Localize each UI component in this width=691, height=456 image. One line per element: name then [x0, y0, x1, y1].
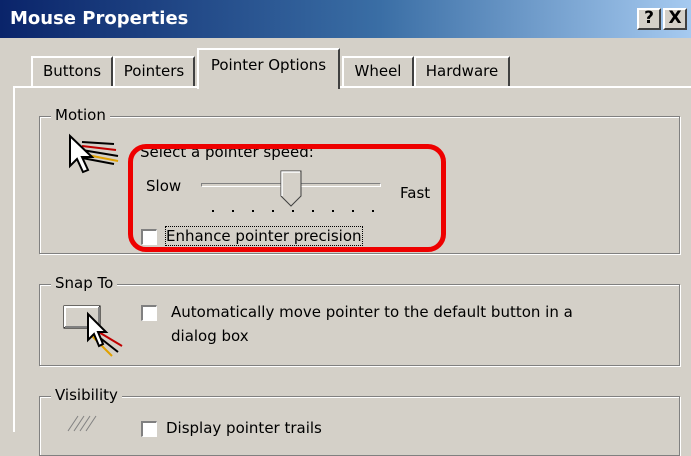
tab-label: Pointer Options — [210, 56, 327, 74]
pointer-trails-label[interactable]: Display pointer trails — [166, 419, 322, 437]
tab-label: Pointers — [123, 62, 185, 80]
help-button[interactable]: ? — [637, 8, 661, 30]
pointer-trails-icon — [67, 415, 97, 432]
snap-to-checkbox[interactable] — [141, 305, 157, 321]
window-title: Mouse Properties — [10, 8, 189, 29]
tab-pointers[interactable]: Pointers — [113, 56, 195, 86]
tab-label: Buttons — [42, 62, 102, 80]
tab-wheel[interactable]: Wheel — [342, 56, 414, 86]
highlight-annotation — [128, 144, 446, 252]
snap-to-legend: Snap To — [51, 274, 118, 292]
tab-label: Wheel — [354, 62, 402, 80]
tab-pointer-options[interactable]: Pointer Options — [197, 48, 340, 89]
title-bar[interactable]: Mouse Properties ? X — [0, 0, 691, 38]
pointer-trails-checkbox[interactable] — [141, 421, 157, 437]
snap-to-label-line2[interactable]: dialog box — [171, 327, 249, 345]
snap-to-group — [39, 284, 680, 366]
visibility-group — [39, 396, 680, 456]
visibility-legend: Visibility — [51, 386, 122, 404]
snap-to-icon — [63, 305, 123, 357]
snap-to-label[interactable]: Automatically move pointer to the defaul… — [171, 303, 573, 321]
tab-hardware[interactable]: Hardware — [414, 56, 510, 86]
motion-legend: Motion — [51, 106, 110, 124]
tab-label: Hardware — [425, 62, 499, 80]
close-button[interactable]: X — [663, 8, 687, 30]
tab-buttons[interactable]: Buttons — [31, 56, 113, 86]
pointer-speed-icon — [69, 133, 119, 174]
